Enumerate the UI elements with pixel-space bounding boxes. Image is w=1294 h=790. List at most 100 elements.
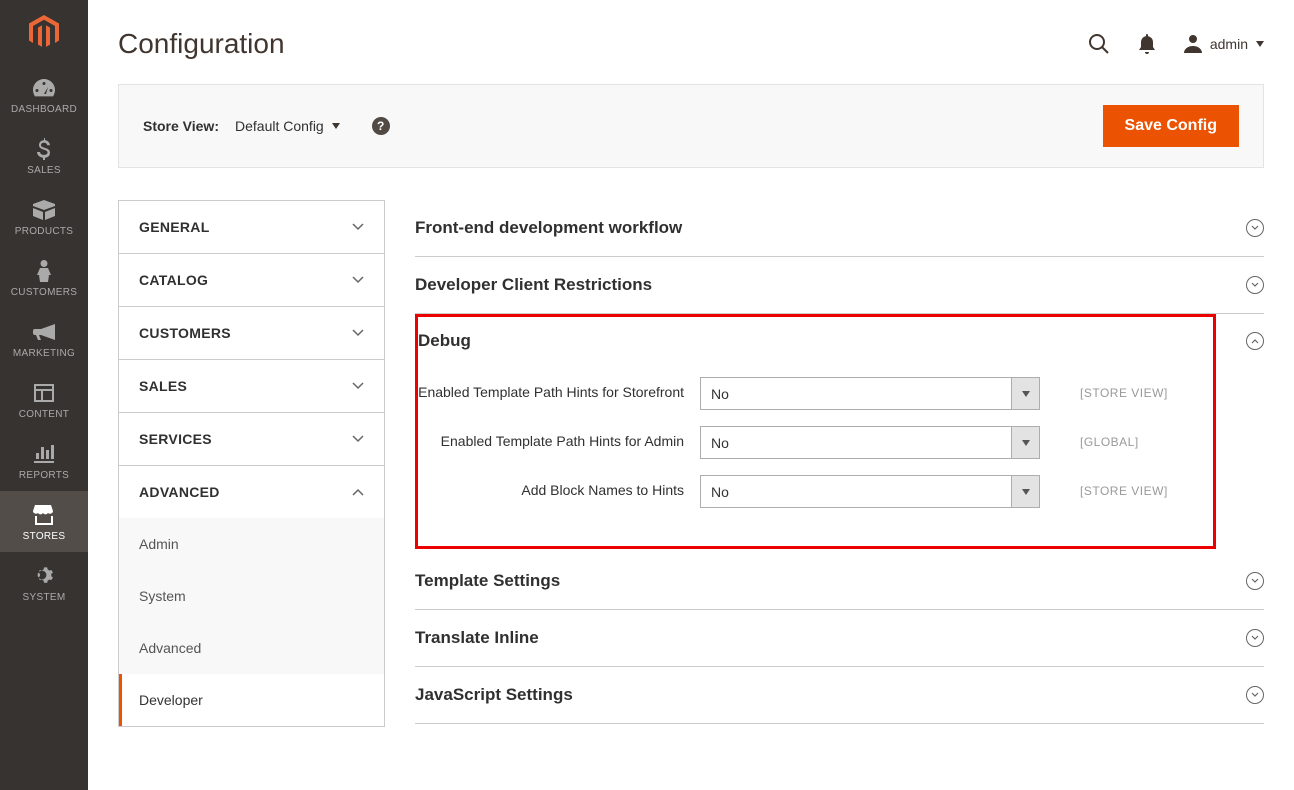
config-toolbar: Store View: Default Config ? Save Config [118, 84, 1264, 168]
expand-icon [1246, 219, 1264, 237]
field-value: No [701, 435, 1011, 451]
field-template-hints-admin: Enabled Template Path Hints for Admin No… [418, 418, 1213, 467]
config-nav-advanced-link[interactable]: Advanced [119, 622, 384, 674]
field-block-names-hints: Add Block Names to Hints No [STORE VIEW] [418, 467, 1213, 516]
config-nav-developer[interactable]: Developer [119, 674, 384, 726]
save-config-button[interactable]: Save Config [1103, 105, 1239, 147]
section-title: Template Settings [415, 571, 560, 591]
nav-stores[interactable]: STORES [0, 491, 88, 552]
person-icon [32, 259, 56, 283]
nav-label: PRODUCTS [15, 226, 74, 237]
layout-icon [32, 381, 56, 405]
store-view-value: Default Config [235, 118, 324, 134]
admin-user-menu[interactable]: admin [1184, 35, 1264, 53]
field-scope: [GLOBAL] [1040, 426, 1139, 449]
nav-products[interactable]: PRODUCTS [0, 186, 88, 247]
config-nav-advanced[interactable]: ADVANCED Admin System Advanced Developer [119, 466, 384, 726]
config-nav-label: CATALOG [139, 272, 208, 288]
chevron-down-icon [352, 435, 364, 443]
nav-label: MARKETING [13, 348, 75, 359]
field-label: Add Block Names to Hints [418, 475, 700, 498]
chevron-down-icon [352, 382, 364, 390]
admin-username: admin [1210, 36, 1248, 52]
gear-icon [32, 564, 56, 588]
collapse-icon[interactable] [1246, 332, 1264, 350]
config-nav-admin[interactable]: Admin [119, 518, 384, 570]
config-nav-system[interactable]: System [119, 570, 384, 622]
chevron-down-icon [352, 329, 364, 337]
admin-sidebar: DASHBOARD SALES PRODUCTS CUSTOMERS MARKE… [0, 0, 88, 790]
field-scope: [STORE VIEW] [1040, 475, 1168, 498]
store-view-select[interactable]: Default Config [235, 118, 340, 134]
section-javascript-settings[interactable]: JavaScript Settings [415, 667, 1264, 724]
config-nav-sales[interactable]: SALES [119, 360, 384, 413]
section-debug-highlight: Debug Enabled Template Path Hints for St… [415, 314, 1216, 549]
nav-label: REPORTS [19, 470, 69, 481]
nav-system[interactable]: SYSTEM [0, 552, 88, 613]
config-nav-customers[interactable]: CUSTOMERS [119, 307, 384, 360]
expand-icon [1246, 276, 1264, 294]
nav-content[interactable]: CONTENT [0, 369, 88, 430]
nav-reports[interactable]: REPORTS [0, 430, 88, 491]
section-title: Translate Inline [415, 628, 539, 648]
nav-marketing[interactable]: MARKETING [0, 308, 88, 369]
section-template-settings[interactable]: Template Settings [415, 553, 1264, 610]
section-frontend-workflow[interactable]: Front-end development workflow [415, 200, 1264, 257]
section-title: JavaScript Settings [415, 685, 573, 705]
notification-bell-icon[interactable] [1138, 34, 1156, 54]
page-header: Configuration admin [118, 0, 1264, 84]
search-icon[interactable] [1088, 33, 1110, 55]
caret-down-icon [332, 123, 340, 129]
field-select[interactable]: No [700, 426, 1040, 459]
page-title: Configuration [118, 28, 285, 60]
dashboard-icon [32, 76, 56, 100]
config-nav: GENERAL CATALOG CUSTOMERS SALES SERVICES… [118, 200, 385, 727]
field-value: No [701, 484, 1011, 500]
section-client-restrictions[interactable]: Developer Client Restrictions [415, 257, 1264, 314]
field-scope: [STORE VIEW] [1040, 377, 1168, 400]
field-select[interactable]: No [700, 377, 1040, 410]
config-nav-label: GENERAL [139, 219, 210, 235]
dropdown-arrow-icon [1011, 476, 1039, 507]
config-nav-label: SALES [139, 378, 187, 394]
chevron-down-icon [352, 276, 364, 284]
field-label: Enabled Template Path Hints for Storefro… [418, 377, 700, 400]
config-content: GENERAL CATALOG CUSTOMERS SALES SERVICES… [118, 200, 1264, 727]
dropdown-arrow-icon [1011, 378, 1039, 409]
magento-logo[interactable] [24, 12, 64, 52]
config-nav-catalog[interactable]: CATALOG [119, 254, 384, 307]
dropdown-arrow-icon [1011, 427, 1039, 458]
section-translate-inline[interactable]: Translate Inline [415, 610, 1264, 667]
expand-icon [1246, 629, 1264, 647]
expand-icon [1246, 686, 1264, 704]
section-debug-header[interactable]: Debug [418, 331, 1213, 369]
config-nav-general[interactable]: GENERAL [119, 201, 384, 254]
nav-label: CONTENT [19, 409, 69, 420]
nav-label: STORES [23, 531, 66, 542]
nav-dashboard[interactable]: DASHBOARD [0, 64, 88, 125]
box-icon [32, 198, 56, 222]
field-select[interactable]: No [700, 475, 1040, 508]
store-view-label: Store View: [143, 118, 219, 134]
field-value: No [701, 386, 1011, 402]
store-icon [32, 503, 56, 527]
config-nav-services[interactable]: SERVICES [119, 413, 384, 466]
help-icon[interactable]: ? [372, 117, 390, 135]
section-title: Debug [418, 331, 471, 351]
nav-sales[interactable]: SALES [0, 125, 88, 186]
dollar-icon [32, 137, 56, 161]
config-nav-label: CUSTOMERS [139, 325, 231, 341]
nav-customers[interactable]: CUSTOMERS [0, 247, 88, 308]
field-label: Enabled Template Path Hints for Admin [418, 426, 700, 449]
store-view-switcher: Store View: Default Config ? [143, 117, 390, 135]
caret-down-icon [1256, 41, 1264, 47]
field-template-hints-storefront: Enabled Template Path Hints for Storefro… [418, 369, 1213, 418]
section-title: Developer Client Restrictions [415, 275, 652, 295]
megaphone-icon [32, 320, 56, 344]
nav-label: DASHBOARD [11, 104, 77, 115]
chevron-up-icon [352, 488, 364, 496]
expand-icon [1246, 572, 1264, 590]
config-nav-advanced-items: Admin System Advanced Developer [119, 518, 384, 726]
chart-icon [32, 442, 56, 466]
main-content: Configuration admin Store View: Default … [88, 0, 1294, 790]
